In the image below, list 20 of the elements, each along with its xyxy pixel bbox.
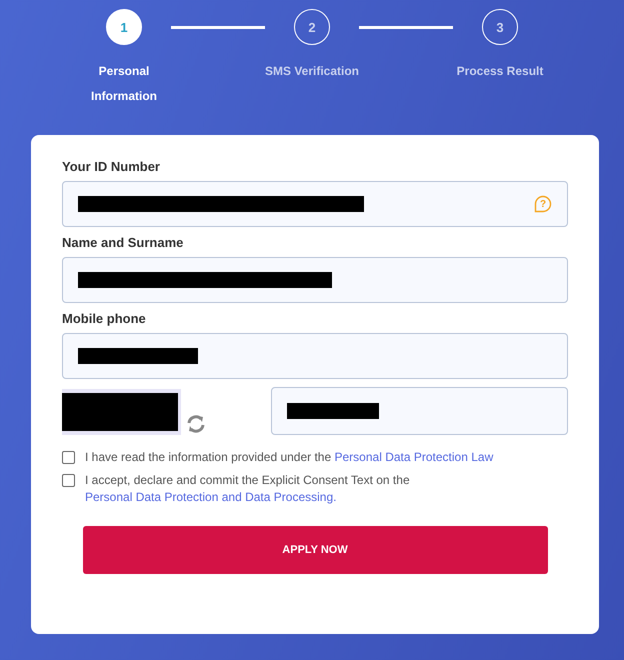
consent-link[interactable]: Personal Data Protection Law — [334, 450, 494, 464]
field-label: Mobile phone — [62, 311, 147, 326]
consent-text: I have read the information provided under the Personal Data Protection Law — [85, 449, 494, 466]
step-label: SMS Verification — [264, 63, 360, 80]
input-field[interactable] — [62, 333, 568, 379]
step-label: Personal Information — [90, 63, 158, 105]
field-label: Your ID Number — [62, 159, 161, 174]
consent-link[interactable]: Personal Data Protection and Data Processing. — [85, 490, 336, 504]
checkbox[interactable] — [62, 451, 75, 464]
checkbox[interactable] — [62, 474, 75, 487]
input-field[interactable] — [62, 257, 568, 303]
apply-button[interactable]: APPLY NOW — [82, 526, 548, 574]
refresh-icon[interactable] — [185, 413, 207, 435]
step-number: 2 — [294, 9, 330, 45]
step-number: 3 — [482, 9, 518, 45]
captcha-input[interactable] — [271, 387, 568, 435]
step-label: Process Result — [456, 63, 544, 80]
consent-text: I accept, declare and commit the Explicit Consent Text on the Personal Data Protection and Data Processing. — [85, 472, 411, 506]
field-label: Name and Surname — [62, 235, 184, 250]
step-number: 1 — [106, 9, 142, 45]
